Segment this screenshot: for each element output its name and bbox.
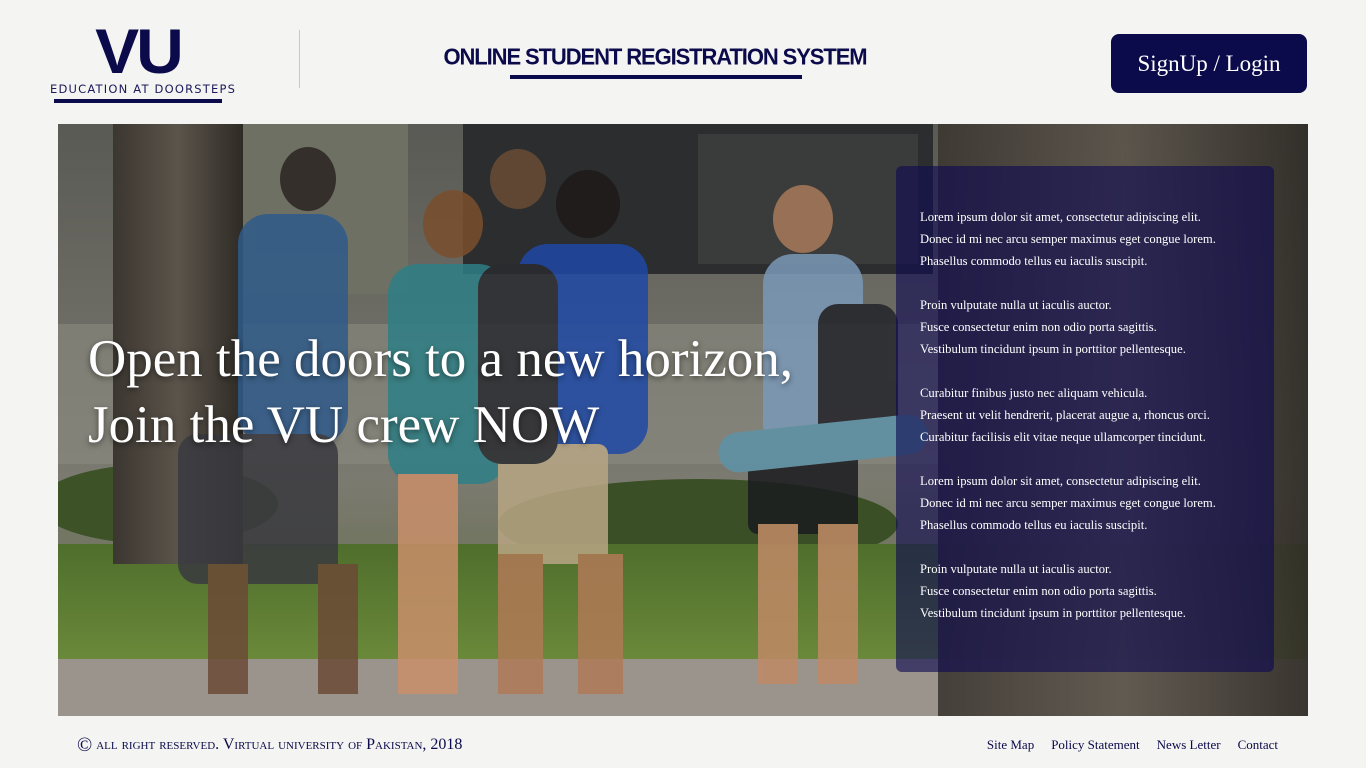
info-line: Fusce consectetur enim non odio porta sa… xyxy=(920,584,1157,598)
copyright-text: all right reserved. Virtual university o… xyxy=(96,736,463,753)
info-line: Fusce consectetur enim non odio porta sa… xyxy=(920,320,1157,334)
hero-headline: Open the doors to a new horizon, Join th… xyxy=(88,326,793,458)
info-paragraph-1: Lorem ipsum dolor sit amet, consectetur … xyxy=(920,206,1216,272)
logo[interactable]: VU EDUCATION AT DOORSTEPS xyxy=(50,15,235,103)
copyright-notice: © all right reserved. Virtual university … xyxy=(77,734,462,757)
info-line: Donec id mi nec arcu semper maximus eget… xyxy=(920,232,1216,246)
header-divider xyxy=(299,30,300,88)
info-line: Lorem ipsum dolor sit amet, consectetur … xyxy=(920,474,1201,488)
info-line: Curabitur finibus justo nec aliquam vehi… xyxy=(920,386,1148,400)
info-line: Lorem ipsum dolor sit amet, consectetur … xyxy=(920,210,1201,224)
info-line: Vestibulum tincidunt ipsum in porttitor … xyxy=(920,342,1186,356)
info-line: Proin vulputate nulla ut iaculis auctor. xyxy=(920,562,1112,576)
info-paragraph-4: Lorem ipsum dolor sit amet, consectetur … xyxy=(920,470,1216,536)
footer-link-contact[interactable]: Contact xyxy=(1238,737,1278,753)
site-title-underline xyxy=(510,75,802,79)
site-title: ONLINE STUDENT REGISTRATION SYSTEM xyxy=(443,43,868,70)
info-line: Donec id mi nec arcu semper maximus eget… xyxy=(920,496,1216,510)
signup-login-button[interactable]: SignUp / Login xyxy=(1111,34,1307,93)
info-line: Praesent ut velit hendrerit, placerat au… xyxy=(920,408,1210,422)
info-paragraph-3: Curabitur finibus justo nec aliquam vehi… xyxy=(920,382,1216,448)
logo-underline xyxy=(54,99,222,103)
footer-link-news-letter[interactable]: News Letter xyxy=(1157,737,1221,753)
info-line: Vestibulum tincidunt ipsum in porttitor … xyxy=(920,606,1186,620)
logo-mark: VU xyxy=(95,15,184,87)
info-panel: Lorem ipsum dolor sit amet, consectetur … xyxy=(896,166,1274,672)
hero-banner: Open the doors to a new horizon, Join th… xyxy=(58,124,1308,716)
info-line: Proin vulputate nulla ut iaculis auctor. xyxy=(920,298,1112,312)
info-line: Phasellus commodo tellus eu iaculis susc… xyxy=(920,518,1148,532)
footer-link-site-map[interactable]: Site Map xyxy=(987,737,1034,753)
info-text: Lorem ipsum dolor sit amet, consectetur … xyxy=(920,206,1216,646)
hero-headline-line-1: Open the doors to a new horizon, xyxy=(88,330,794,388)
info-line: Curabitur facilisis elit vitae neque ull… xyxy=(920,430,1206,444)
footer-nav: Site Map Policy Statement News Letter Co… xyxy=(987,737,1278,753)
footer-link-policy-statement[interactable]: Policy Statement xyxy=(1051,737,1139,753)
hero-headline-line-2: Join the VU crew NOW xyxy=(88,396,600,454)
copyright-icon: © xyxy=(77,734,93,756)
info-line: Phasellus commodo tellus eu iaculis susc… xyxy=(920,254,1148,268)
info-paragraph-5: Proin vulputate nulla ut iaculis auctor.… xyxy=(920,558,1216,624)
info-paragraph-2: Proin vulputate nulla ut iaculis auctor.… xyxy=(920,294,1216,360)
